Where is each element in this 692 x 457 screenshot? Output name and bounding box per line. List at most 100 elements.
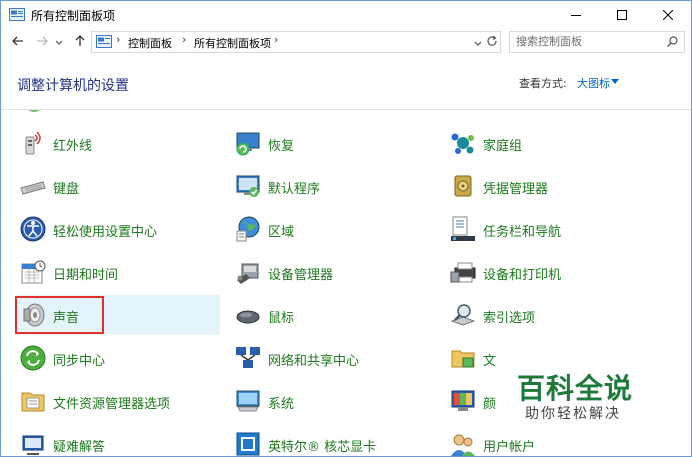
item-label: 索引选项: [483, 311, 536, 326]
item-troubleshooting[interactable]: 疑难解答: [15, 424, 220, 456]
color-management-icon: [449, 387, 477, 415]
search-box[interactable]: [509, 31, 685, 53]
breadcrumb-separator-icon[interactable]: ›: [116, 33, 120, 46]
chevron-down-icon: [55, 35, 63, 49]
item-label: 默认程序: [268, 182, 321, 197]
user-accounts-icon: [449, 430, 477, 456]
item-label: 鼠标: [268, 311, 295, 326]
homegroup-icon: [449, 129, 477, 157]
breadcrumb-all-items[interactable]: 所有控制面板项: [194, 35, 271, 51]
breadcrumb-separator-icon[interactable]: ›: [274, 33, 278, 46]
maximize-button[interactable]: [599, 1, 645, 29]
breadcrumb-separator-icon[interactable]: ›: [182, 33, 186, 46]
folder-icon: [449, 344, 477, 372]
file-explorer-options-icon: [19, 387, 47, 415]
item-default-programs[interactable]: 默认程序: [230, 166, 435, 206]
item-label: 疑难解答: [53, 440, 106, 455]
device-manager-icon: [234, 258, 262, 286]
item-label: 区域: [268, 225, 295, 240]
close-button[interactable]: [645, 1, 691, 29]
item-label: 文: [483, 354, 497, 369]
control-panel-icon: [96, 35, 112, 51]
page-title: 调整计算机的设置: [17, 78, 129, 94]
refresh-icon[interactable]: [486, 35, 498, 50]
forward-button[interactable]: [33, 33, 51, 51]
item-label: 凭据管理器: [483, 182, 549, 197]
item-label: 轻松使用设置中心: [53, 225, 158, 240]
item-taskbar[interactable]: 任务栏和导航: [445, 209, 650, 249]
up-button[interactable]: [71, 33, 89, 51]
item-network-sharing[interactable]: 网络和共享中心: [230, 338, 435, 378]
address-bar[interactable]: › 控制面板 › 所有控制面板项 ›: [91, 31, 501, 53]
partial-icon: [23, 110, 45, 117]
page-header: 调整计算机的设置 查看方式: 大图标: [1, 57, 691, 110]
item-recovery[interactable]: 恢复: [230, 123, 435, 163]
item-label: 用户帐户: [483, 440, 536, 455]
arrow-up-icon: [75, 34, 85, 50]
sync-center-icon: [19, 344, 47, 372]
item-label: 系统: [268, 397, 295, 412]
watermark: 百科全说 助你轻松解决: [503, 339, 691, 431]
network-sharing-icon: [234, 344, 262, 372]
partial-icon: [239, 110, 261, 117]
infrared-icon: [19, 129, 47, 157]
item-system[interactable]: 系统: [230, 381, 435, 421]
item-credential-manager[interactable]: 凭据管理器: [445, 166, 650, 206]
title-bar[interactable]: 所有控制面板项: [1, 1, 691, 29]
item-label: 任务栏和导航: [483, 225, 562, 240]
arrow-right-icon: [36, 35, 48, 49]
item-homegroup[interactable]: 家庭组: [445, 123, 650, 163]
item-label: 设备和打印机: [483, 268, 562, 283]
arrow-left-icon: [12, 35, 24, 49]
item-label: 家庭组: [483, 139, 523, 154]
item-sync-center[interactable]: 同步中心: [15, 338, 220, 378]
recent-locations-button[interactable]: [53, 33, 65, 51]
item-infrared[interactable]: 红外线: [15, 123, 220, 163]
item-intel-graphics[interactable]: 英特尔® 核芯显卡: [230, 424, 435, 456]
search-input[interactable]: [516, 34, 656, 49]
troubleshooting-icon: [19, 430, 47, 456]
close-icon: [663, 10, 673, 20]
minimize-icon: [571, 10, 581, 20]
item-keyboard[interactable]: 键盘: [15, 166, 220, 206]
item-label: 红外线: [53, 139, 93, 154]
item-label: 同步中心: [53, 354, 106, 369]
item-file-explorer-options[interactable]: 文件资源管理器选项: [15, 381, 220, 421]
partial-icon: [453, 110, 475, 117]
sound-highlight-box: [15, 296, 104, 334]
item-device-manager[interactable]: 设备管理器: [230, 252, 435, 292]
item-label: 颜: [483, 397, 497, 412]
item-indexing-options[interactable]: 索引选项: [445, 295, 650, 335]
item-label: 英特尔® 核芯显卡: [268, 440, 377, 455]
credential-manager-icon: [449, 172, 477, 200]
mouse-icon: [234, 301, 262, 329]
item-label: 键盘: [53, 182, 80, 197]
item-region[interactable]: 区域: [230, 209, 435, 249]
caret-down-icon[interactable]: [611, 79, 619, 84]
taskbar-icon: [449, 215, 477, 243]
item-ease-of-access[interactable]: 轻松使用设置中心: [15, 209, 220, 249]
minimize-button[interactable]: [553, 1, 599, 29]
item-devices-printers[interactable]: 设备和打印机: [445, 252, 650, 292]
back-button[interactable]: [9, 33, 27, 51]
date-time-icon: [19, 258, 47, 286]
address-dropdown-icon[interactable]: [474, 36, 482, 50]
item-label: 网络和共享中心: [268, 354, 360, 369]
system-icon: [234, 387, 262, 415]
item-label: 文件资源管理器选项: [53, 397, 171, 412]
control-panel-icon: [9, 8, 25, 21]
maximize-icon: [617, 10, 627, 20]
indexing-options-icon: [449, 301, 477, 329]
item-mouse[interactable]: 鼠标: [230, 295, 435, 335]
control-panel-window: 所有控制面板项 › 控制面板 › 所有控制面板项 › 搜索控制面板 调整计算机的…: [0, 0, 692, 457]
breadcrumb-control-panel[interactable]: 控制面板: [128, 35, 172, 51]
ease-of-access-icon: [19, 215, 47, 243]
view-by-dropdown[interactable]: 大图标: [577, 75, 610, 91]
item-date-time[interactable]: 日期和时间: [15, 252, 220, 292]
search-icon[interactable]: [667, 36, 678, 50]
watermark-title: 百科全说: [517, 372, 634, 405]
view-by-label: 查看方式:: [519, 77, 567, 90]
navigation-bar: › 控制面板 › 所有控制面板项 ›: [1, 29, 691, 55]
watermark-subtitle: 助你轻松解决: [525, 406, 621, 422]
keyboard-icon: [19, 172, 47, 200]
